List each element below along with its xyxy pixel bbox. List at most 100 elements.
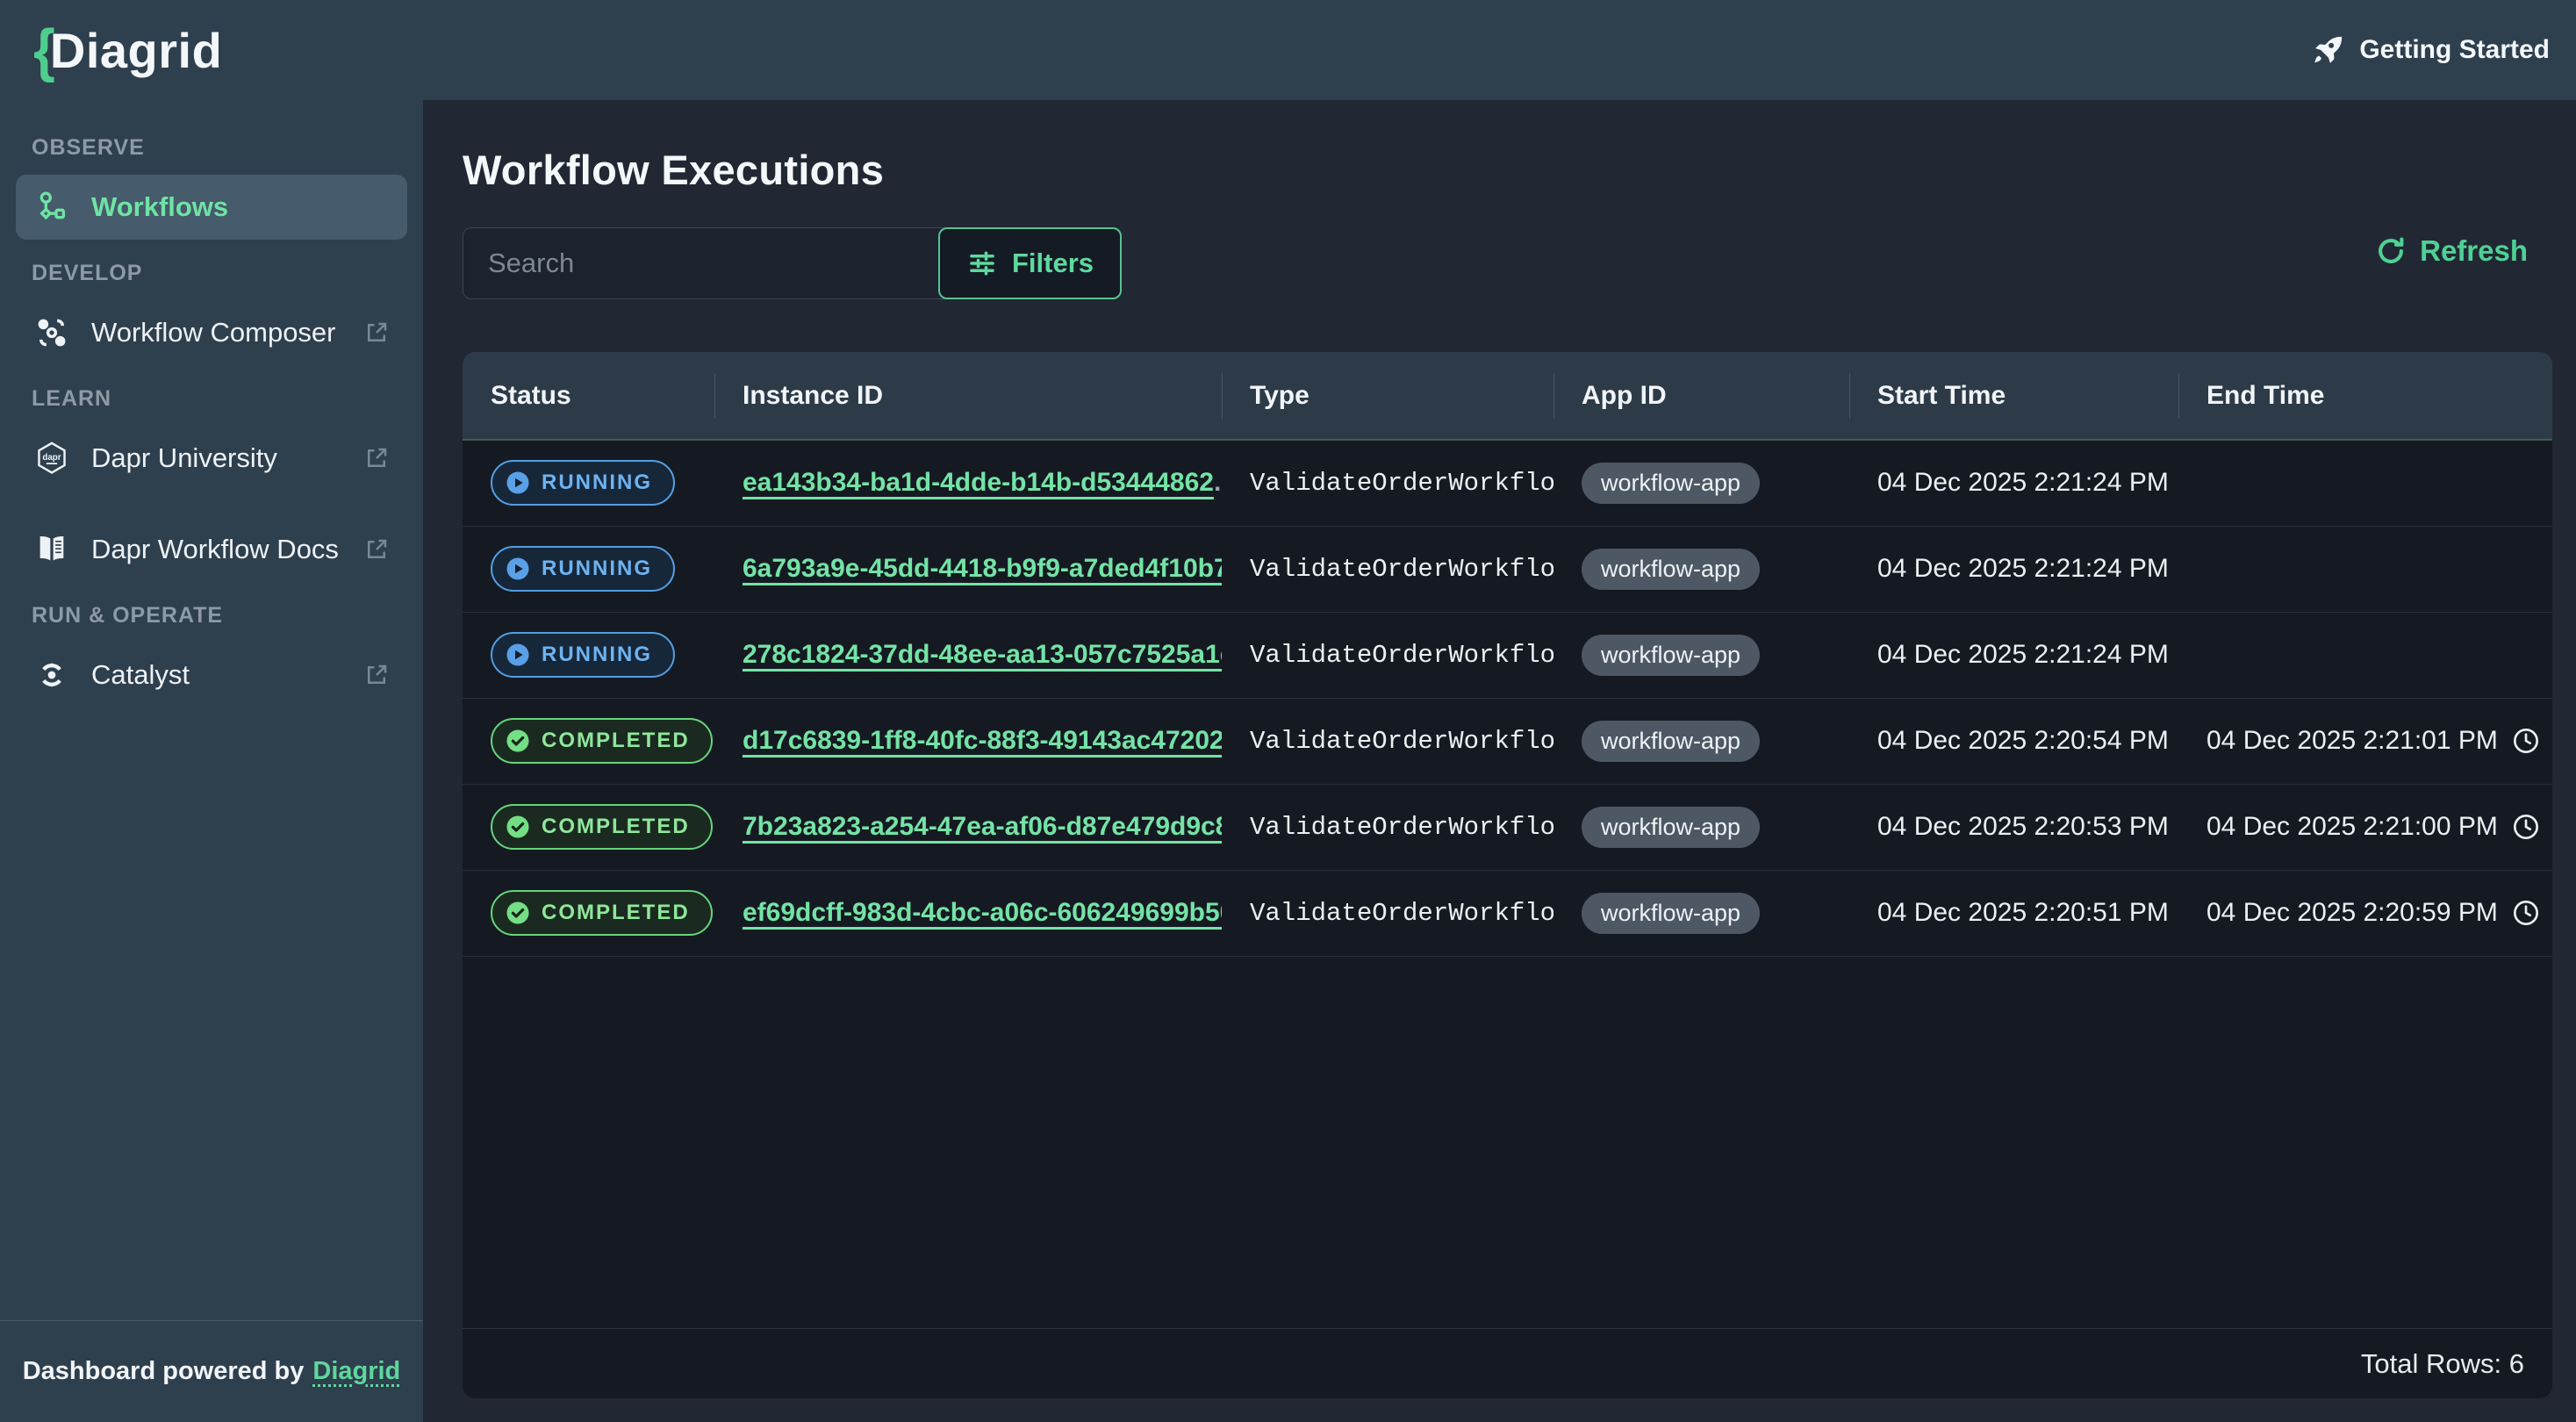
sidebar-item-label: Dapr University — [91, 442, 277, 474]
status-label: COMPLETED — [542, 815, 690, 839]
sidebar-item-label: Workflow Composer — [91, 317, 336, 348]
sidebar-footer: Dashboard powered by Diagrid — [0, 1320, 423, 1422]
external-link-icon — [363, 662, 390, 688]
table-row[interactable]: RUNNING 278c1824-37dd-48ee-aa13-057c7525… — [463, 612, 2552, 698]
column-header-end-time[interactable]: End Time — [2178, 352, 2552, 440]
start-time: 04 Dec 2025 2:20:54 PM — [1849, 698, 2178, 784]
sidebar-item-dapr-workflow-docs[interactable]: Dapr Workflow Docs — [16, 517, 407, 582]
workflow-type: ValidateOrderWorkflow — [1222, 612, 1553, 698]
sidebar-item-dapr-university[interactable]: dapr Dapr University — [16, 426, 407, 491]
workflow-type: ValidateOrderWorkflow — [1222, 440, 1553, 526]
play-icon — [505, 642, 531, 668]
catalyst-icon — [33, 657, 70, 693]
check-icon — [505, 728, 531, 754]
diagrid-logo[interactable]: { Diagrid — [33, 22, 222, 79]
play-icon — [505, 556, 531, 582]
workflow-type: ValidateOrderWorkflow — [1222, 870, 1553, 956]
truncation-ellipsis: ... — [1214, 468, 1222, 497]
status-badge: COMPLETED — [491, 718, 713, 764]
workflow-type: ValidateOrderWorkflow — [1222, 526, 1553, 612]
getting-started-label: Getting Started — [2359, 35, 2550, 65]
app-id-badge: workflow-app — [1582, 721, 1760, 762]
app-id-badge: workflow-app — [1582, 893, 1760, 934]
workflow-icon — [33, 189, 70, 226]
table-row[interactable]: COMPLETED d17c6839-1ff8-40fc-88f3-49143a… — [463, 698, 2552, 784]
app-id-badge: workflow-app — [1582, 463, 1760, 504]
table-row[interactable]: RUNNING ea143b34-ba1d-4dde-b14b-d5344486… — [463, 440, 2552, 526]
table-footer: Total Rows: 6 — [463, 1328, 2552, 1398]
section-develop: DEVELOP — [32, 261, 391, 286]
column-header-status[interactable]: Status — [463, 352, 714, 440]
sidebar: OBSERVE Workflows DEVELOP — [0, 100, 423, 1422]
instance-id-link[interactable]: 7b23a823-a254-47ea-af06-d87e479d9c8d — [743, 812, 1222, 841]
table-row[interactable]: RUNNING 6a793a9e-45dd-4418-b9f9-a7ded4f1… — [463, 526, 2552, 612]
sidebar-item-label: Workflows — [91, 191, 228, 223]
status-label: COMPLETED — [542, 729, 690, 753]
sidebar-item-workflows[interactable]: Workflows — [16, 175, 407, 240]
start-time: 04 Dec 2025 2:21:24 PM — [1849, 526, 2178, 612]
instance-id-link[interactable]: 6a793a9e-45dd-4418-b9f9-a7ded4f10b71 — [743, 554, 1222, 583]
search-input[interactable] — [463, 227, 954, 299]
clock-icon — [2512, 727, 2540, 755]
status-label: RUNNING — [542, 470, 652, 495]
composer-icon — [33, 314, 70, 351]
refresh-label: Refresh — [2420, 234, 2528, 268]
start-time: 04 Dec 2025 2:20:53 PM — [1849, 784, 2178, 870]
logo-brace-icon: { — [33, 20, 55, 79]
section-learn: LEARN — [32, 386, 391, 412]
column-header-instance-id[interactable]: Instance ID — [714, 352, 1222, 440]
workflow-type: ValidateOrderWorkflow — [1222, 784, 1553, 870]
start-time: 04 Dec 2025 2:20:51 PM — [1849, 870, 2178, 956]
refresh-icon — [2374, 234, 2407, 268]
workflow-executions-table: Status Instance ID Type App ID Start Tim… — [463, 352, 2552, 957]
app-id-badge: workflow-app — [1582, 807, 1760, 848]
page-title: Workflow Executions — [463, 146, 2552, 194]
book-icon — [33, 531, 70, 568]
svg-text:dapr: dapr — [42, 453, 61, 463]
filters-button[interactable]: Filters — [938, 227, 1122, 299]
column-header-start-time[interactable]: Start Time — [1849, 352, 2178, 440]
controls-row: Filters Refresh — [463, 227, 2552, 299]
rocket-icon — [2312, 33, 2345, 67]
instance-id-link[interactable]: ea143b34-ba1d-4dde-b14b-d53444862 — [743, 468, 1214, 497]
app-id-badge: workflow-app — [1582, 635, 1760, 676]
external-link-icon — [363, 536, 390, 563]
check-icon — [505, 814, 531, 840]
status-badge: RUNNING — [491, 632, 675, 678]
instance-id-link[interactable]: ef69dcff-983d-4cbc-a06c-606249699b50 — [743, 898, 1222, 927]
sidebar-item-workflow-composer[interactable]: Workflow Composer — [16, 300, 407, 365]
sidebar-item-catalyst[interactable]: Catalyst — [16, 643, 407, 707]
powered-by-text: Dashboard powered by — [23, 1357, 305, 1386]
diagrid-footer-link[interactable]: Diagrid — [312, 1357, 400, 1386]
workflow-type: ValidateOrderWorkflow — [1222, 698, 1553, 784]
column-header-type[interactable]: Type — [1222, 352, 1553, 440]
clock-icon — [2512, 899, 2540, 927]
external-link-icon — [363, 445, 390, 471]
clock-icon — [2512, 813, 2540, 841]
end-time: 04 Dec 2025 2:20:59 PM — [2206, 898, 2498, 928]
refresh-button[interactable]: Refresh — [2374, 234, 2528, 268]
dapr-university-icon: dapr — [33, 440, 70, 477]
table-empty-area — [463, 957, 2552, 1329]
instance-id-link[interactable]: d17c6839-1ff8-40fc-88f3-49143ac47202 — [743, 726, 1222, 755]
main-content: Workflow Executions Filters Refresh — [423, 100, 2576, 1422]
table-row[interactable]: COMPLETED 7b23a823-a254-47ea-af06-d87e47… — [463, 784, 2552, 870]
end-time: 04 Dec 2025 2:21:01 PM — [2206, 726, 2498, 756]
status-badge: COMPLETED — [491, 804, 713, 850]
status-badge: RUNNING — [491, 546, 675, 592]
section-observe: OBSERVE — [32, 135, 391, 161]
column-header-app-id[interactable]: App ID — [1553, 352, 1849, 440]
start-time: 04 Dec 2025 2:21:24 PM — [1849, 440, 2178, 526]
topbar: { Diagrid Getting Started — [0, 0, 2576, 100]
table-row[interactable]: COMPLETED ef69dcff-983d-4cbc-a06c-606249… — [463, 870, 2552, 956]
play-icon — [505, 470, 531, 496]
instance-id-link[interactable]: 278c1824-37dd-48ee-aa13-057c7525a1ef — [743, 640, 1222, 669]
status-label: RUNNING — [542, 643, 652, 667]
status-label: RUNNING — [542, 557, 652, 581]
app-id-badge: workflow-app — [1582, 549, 1760, 590]
getting-started-link[interactable]: Getting Started — [2312, 33, 2550, 67]
start-time: 04 Dec 2025 2:21:24 PM — [1849, 612, 2178, 698]
sidebar-item-label: Dapr Workflow Docs — [91, 534, 339, 565]
external-link-icon — [363, 320, 390, 346]
table-header-row: Status Instance ID Type App ID Start Tim… — [463, 352, 2552, 440]
